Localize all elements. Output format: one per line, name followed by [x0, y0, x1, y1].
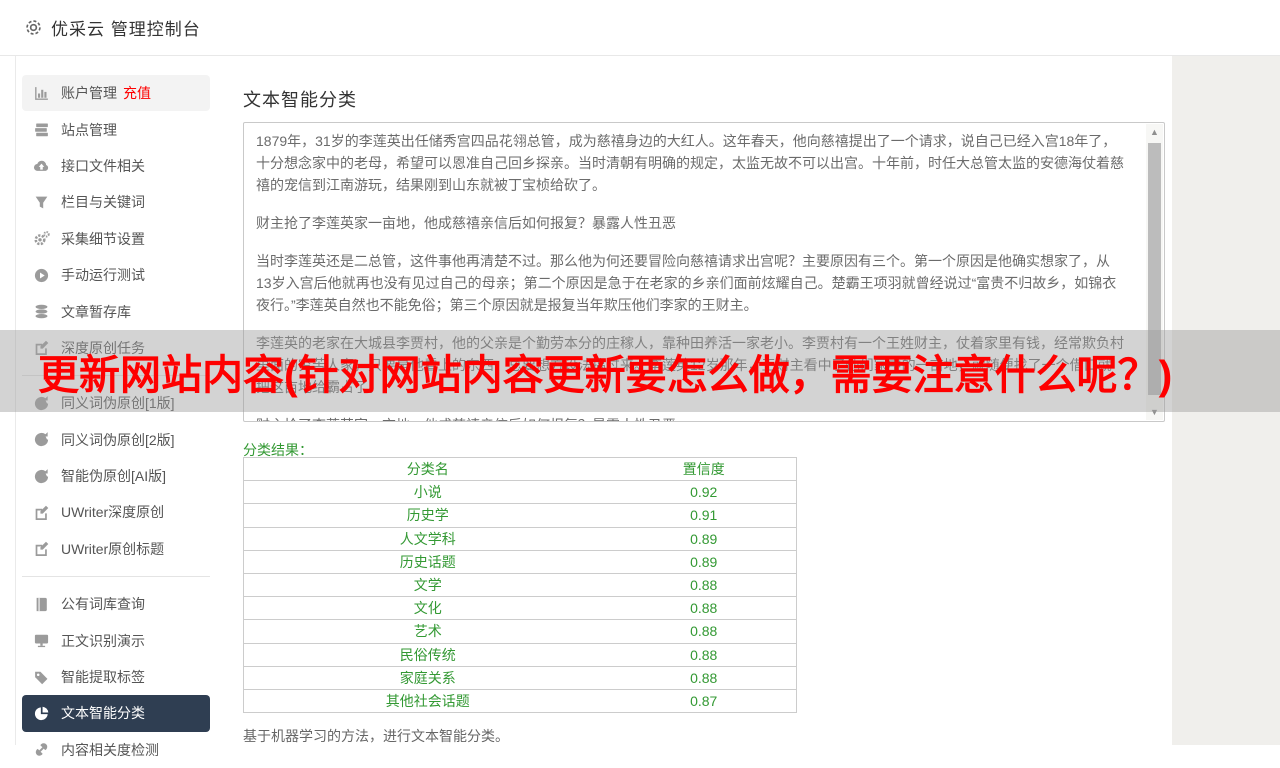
confidence-cell: 0.88	[611, 643, 796, 666]
category-name-cell: 历史学	[244, 504, 612, 527]
database-icon	[33, 303, 50, 320]
monitor-icon	[33, 632, 50, 649]
pie-icon	[33, 705, 50, 722]
sidebar-item-api-files[interactable]: 接口文件相关	[22, 148, 210, 184]
table-row: 历史话题 0.89	[244, 550, 797, 573]
category-name-cell: 其他社会话题	[244, 689, 612, 712]
confidence-cell: 0.87	[611, 689, 796, 712]
refresh-icon	[33, 468, 50, 485]
sidebar-item-label: 账户管理	[61, 83, 117, 103]
page-title: 文本智能分类	[243, 86, 357, 112]
app-brand: 优采云 管理控制台	[0, 0, 1280, 55]
play-icon	[33, 267, 50, 284]
table-row: 文学 0.88	[244, 573, 797, 596]
confidence-cell: 0.88	[611, 666, 796, 689]
sidebar-item-label: 采集细节设置	[61, 229, 145, 249]
input-paragraph: 当时李莲英还是二总管，这件事他再清楚不过。那么他为何还要冒险向慈禧请求出宫呢？主…	[256, 250, 1124, 316]
classification-result-table: 分类名 置信度 小说 0.92 历史学 0.91 人文学科 0.89 历史话题 …	[243, 457, 797, 713]
watermark-text: 更新网站内容(针对网站内容更新要怎么做，需要注意什么呢？)	[38, 353, 1172, 397]
table-header-row: 分类名 置信度	[244, 458, 797, 481]
sidebar-item-label: 正文识别演示	[61, 631, 145, 651]
table-row: 艺术 0.88	[244, 620, 797, 643]
confidence-cell: 0.88	[611, 620, 796, 643]
site-list-icon	[33, 121, 50, 138]
cloud-upload-icon	[33, 157, 50, 174]
sidebar-item-ai-rewrite[interactable]: 智能伪原创[AI版]	[22, 458, 210, 494]
confidence-cell: 0.89	[611, 550, 796, 573]
confidence-cell: 0.92	[611, 481, 796, 504]
sidebar-item-label: 栏目与关键词	[61, 192, 145, 212]
sidebar-item-public-lexicon[interactable]: 公有词库查询	[22, 586, 210, 622]
table-row: 家庭关系 0.88	[244, 666, 797, 689]
table-row: 民俗传统 0.88	[244, 643, 797, 666]
sidebar-item-label: 同义词伪原创[2版]	[61, 430, 175, 450]
sidebar-item-label: 智能提取标签	[61, 667, 145, 687]
category-name-cell: 民俗传统	[244, 643, 612, 666]
table-row: 人文学科 0.89	[244, 527, 797, 550]
link-icon	[33, 741, 50, 758]
table-row: 其他社会话题 0.87	[244, 689, 797, 712]
sidebar-item-label: 手动运行测试	[61, 265, 145, 285]
sidebar-item-label: 文本智能分类	[61, 703, 145, 723]
category-name-header: 分类名	[244, 458, 612, 481]
sidebar-group-divider	[22, 576, 210, 577]
category-name-cell: 文化	[244, 597, 612, 620]
confidence-cell: 0.91	[611, 504, 796, 527]
bar-chart-icon	[33, 85, 50, 102]
recharge-link[interactable]: 充值	[123, 83, 151, 103]
sidebar-item-label: 内容相关度检测	[61, 740, 159, 760]
edit-icon	[33, 540, 50, 557]
input-paragraph: 1879年，31岁的李莲英出任储秀宫四品花翎总管，成为慈禧身边的大红人。这年春天…	[256, 130, 1124, 196]
sidebar-item-synonym-rewrite-2[interactable]: 同义词伪原创[2版]	[22, 422, 210, 458]
sidebar-item-label: 文章暂存库	[61, 302, 131, 322]
sidebar-item-columns-keywords[interactable]: 栏目与关键词	[22, 184, 210, 220]
refresh-icon	[33, 431, 50, 448]
confidence-cell: 0.88	[611, 597, 796, 620]
sidebar-item-label: UWriter深度原创	[61, 502, 164, 522]
sidebar-item-label: 接口文件相关	[61, 156, 145, 176]
sidebar-item-manual-run[interactable]: 手动运行测试	[22, 257, 210, 293]
category-name-cell: 家庭关系	[244, 666, 612, 689]
sidebar-item-label: 站点管理	[61, 120, 117, 140]
sidebar-item-text-classification[interactable]: 文本智能分类	[22, 695, 210, 731]
book-icon	[33, 596, 50, 613]
category-name-cell: 文学	[244, 573, 612, 596]
sidebar-item-tag-extract[interactable]: 智能提取标签	[22, 659, 210, 695]
sidebar-item-content-demo[interactable]: 正文识别演示	[22, 622, 210, 658]
sidebar-item-label: 公有词库查询	[61, 594, 145, 614]
app-header: 优采云 管理控制台	[0, 0, 1280, 56]
edit-icon	[33, 504, 50, 521]
category-name-cell: 历史话题	[244, 550, 612, 573]
table-row: 小说 0.92	[244, 481, 797, 504]
tag-icon	[33, 669, 50, 686]
sidebar-item-account[interactable]: 账户管理 充值	[22, 75, 210, 111]
sidebar-item-article-store[interactable]: 文章暂存库	[22, 293, 210, 329]
category-name-cell: 艺术	[244, 620, 612, 643]
table-row: 文化 0.88	[244, 597, 797, 620]
sidebar-item-label: UWriter原创标题	[61, 539, 164, 559]
app-title: 优采云 管理控制台	[51, 15, 201, 40]
gear-icon	[24, 18, 43, 37]
confidence-cell: 0.89	[611, 527, 796, 550]
sidebar-item-uwriter-deep[interactable]: UWriter深度原创	[22, 494, 210, 530]
scroll-up-icon[interactable]: ▲	[1146, 124, 1163, 140]
gears-icon	[33, 230, 50, 247]
input-paragraph: 财主抢了李莲英家一亩地，他成慈禧亲信后如何报复？暴露人性丑恶	[256, 414, 1124, 422]
sidebar-item-uwriter-title[interactable]: UWriter原创标题	[22, 531, 210, 567]
confidence-cell: 0.88	[611, 573, 796, 596]
category-name-cell: 小说	[244, 481, 612, 504]
filter-icon	[33, 194, 50, 211]
category-name-cell: 人文学科	[244, 527, 612, 550]
sidebar-item-label: 智能伪原创[AI版]	[61, 466, 166, 486]
table-row: 历史学 0.91	[244, 504, 797, 527]
sidebar-item-content-relevance[interactable]: 内容相关度检测	[22, 732, 210, 768]
sidebar-item-sites[interactable]: 站点管理	[22, 111, 210, 147]
input-paragraph: 财主抢了李莲英家一亩地，他成慈禧亲信后如何报复？暴露人性丑恶	[256, 212, 1124, 234]
sidebar-item-collect-settings[interactable]: 采集细节设置	[22, 221, 210, 257]
confidence-header: 置信度	[611, 458, 796, 481]
feature-description: 基于机器学习的方法，进行文本智能分类。	[243, 726, 509, 746]
